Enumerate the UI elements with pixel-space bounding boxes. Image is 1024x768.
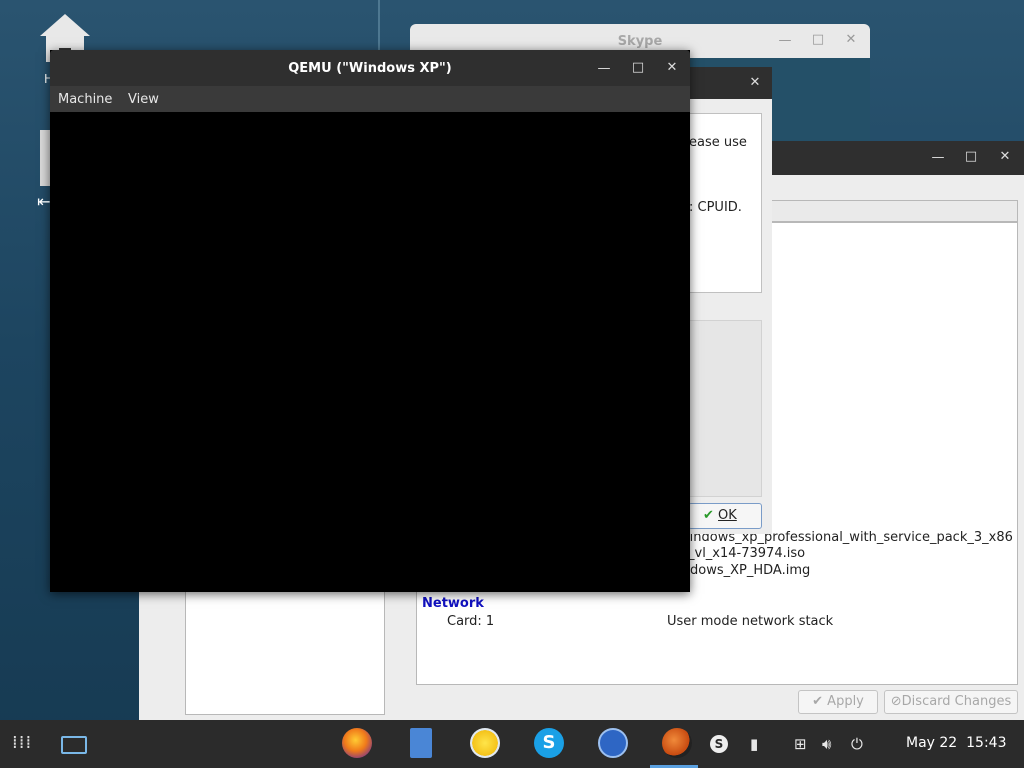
clock-date: May 22: [906, 735, 958, 751]
network-card-value: User mode network stack: [667, 614, 834, 629]
qemu-title: QEMU ("Windows XP"): [288, 61, 452, 76]
clipboard-icon[interactable]: ▮: [750, 735, 758, 753]
firefox-icon[interactable]: [342, 728, 372, 758]
check-icon: ✔: [703, 508, 714, 523]
qemu-icon[interactable]: [662, 728, 692, 758]
check-icon: ✔: [812, 694, 824, 709]
qemu-maximize-button[interactable]: □: [629, 60, 647, 75]
clock-time: 15:43: [966, 735, 1007, 751]
qemu-minimize-button[interactable]: —: [595, 61, 613, 76]
volume-icon[interactable]: 🔊︎: [822, 735, 831, 753]
menu-machine[interactable]: Machine: [58, 92, 112, 107]
apply-label: Apply: [827, 694, 864, 709]
discard-label: Discard Changes: [901, 694, 1012, 709]
network-card-label: Card: 1: [447, 614, 495, 629]
power-icon[interactable]: ⏻: [851, 735, 863, 753]
storage-disk-line: dows_XP_HDA.img: [690, 563, 811, 578]
apply-button[interactable]: ✔ Apply: [798, 690, 878, 714]
taskbar: ⁞⁞⁞ S S ▮ ⊞ 🔊︎ ⏻ May 22 15:43: [0, 720, 1024, 768]
mouse-cursor-icon: ⇤: [37, 192, 51, 211]
discard-changes-button[interactable]: ⊘Discard Changes: [884, 690, 1018, 714]
qemu-window[interactable]: QEMU ("Windows XP") — □ ✕ Machine View: [50, 50, 690, 592]
ok-button[interactable]: ✔ OK: [688, 503, 762, 529]
dialog-close-button[interactable]: ✕: [746, 75, 764, 90]
skype-title: Skype: [617, 34, 663, 49]
qemu-titlebar[interactable]: QEMU ("Windows XP") — □ ✕: [50, 50, 690, 86]
vm-close-button[interactable]: ✕: [996, 149, 1014, 164]
qemu-close-button[interactable]: ✕: [663, 60, 681, 75]
files-icon[interactable]: [410, 728, 432, 758]
ok-label: OK: [718, 508, 737, 523]
vm-display[interactable]: [50, 112, 690, 592]
app-grid-icon[interactable]: ⁞⁞⁞: [12, 732, 36, 756]
clock[interactable]: May 22 15:43: [906, 735, 1006, 751]
skype-close-button[interactable]: ✕: [842, 32, 860, 47]
vpn-icon[interactable]: [598, 728, 628, 758]
skype-maximize-button[interactable]: □: [809, 32, 827, 47]
vm-minimize-button[interactable]: —: [929, 150, 947, 165]
qemu-menubar: Machine View: [50, 86, 690, 112]
dialog-message-line2: : CPUID.: [689, 200, 742, 215]
weather-icon[interactable]: [470, 728, 500, 758]
show-windows-icon[interactable]: [61, 736, 87, 754]
vm-list-panel[interactable]: [185, 591, 385, 715]
skype-tray-icon[interactable]: S: [710, 735, 728, 753]
cancel-icon: ⊘: [890, 694, 902, 709]
skype-icon[interactable]: S: [534, 728, 564, 758]
desktop-file-icon[interactable]: [40, 130, 50, 186]
storage-iso-line2: _vl_x14-73974.iso: [688, 546, 806, 561]
vm-maximize-button[interactable]: □: [962, 149, 980, 164]
network-icon[interactable]: ⊞: [794, 735, 807, 753]
skype-minimize-button[interactable]: —: [776, 33, 794, 48]
network-heading: Network: [422, 596, 484, 611]
dialog-message-line1: ease use: [689, 135, 747, 150]
menu-view[interactable]: View: [128, 92, 159, 107]
